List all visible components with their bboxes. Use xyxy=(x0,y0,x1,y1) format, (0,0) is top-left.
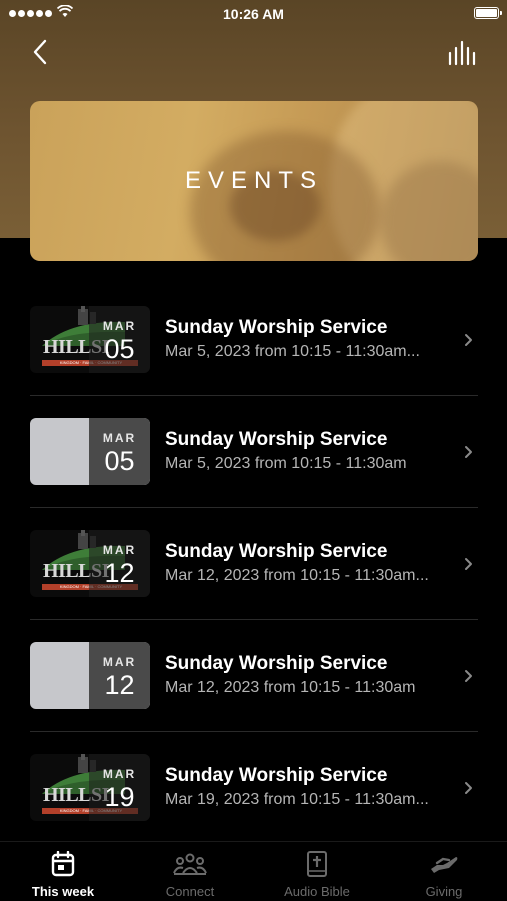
event-subtitle: Mar 5, 2023 from 10:15 - 11:30am... xyxy=(165,343,420,360)
date-badge: MAR 19 xyxy=(89,754,150,821)
tab-label: Giving xyxy=(425,884,463,899)
tab-label: Audio Bible xyxy=(284,884,350,899)
hero-title: EVENTS xyxy=(184,167,324,194)
battery-icon xyxy=(474,7,502,19)
event-month: MAR xyxy=(102,319,137,333)
event-title: Sunday Worship Service xyxy=(165,429,388,450)
event-row[interactable]: HILLSIKINGDOM · FAMIL · COMMUNITYMAR12 Su… xyxy=(30,508,478,620)
event-day: 12 xyxy=(104,558,135,588)
giving-hand-icon xyxy=(431,857,458,873)
group-icon xyxy=(173,853,207,875)
tab-bar: This week Connect Audio Bible Giving xyxy=(0,841,507,901)
date-badge: MAR 12 xyxy=(89,642,150,709)
event-thumbnail: MAR 12 xyxy=(30,642,150,709)
event-day: 19 xyxy=(104,782,135,812)
date-badge: MAR 05 xyxy=(89,418,150,485)
event-row[interactable]: MAR 05 Sunday Worship Service Mar 5, 2023 f… xyxy=(30,396,478,508)
event-subtitle: Mar 5, 2023 from 10:15 - 11:30am xyxy=(165,455,407,472)
event-title: Sunday Worship Service xyxy=(165,765,388,786)
tab-giving[interactable]: Giving xyxy=(381,842,507,901)
chevron-right-icon xyxy=(465,446,472,458)
audio-levels-button[interactable] xyxy=(447,40,477,66)
status-time: 10:26 AM xyxy=(223,6,284,22)
event-row[interactable]: HILLSIKINGDOM · FAMIL · COMMUNITYMAR19 Su… xyxy=(30,732,478,843)
events-hero-banner: EVENTS xyxy=(30,101,478,261)
event-thumbnail: HILLSIKINGDOM · FAMIL · COMMUNITYMAR12 xyxy=(30,530,150,597)
event-month: MAR xyxy=(102,655,137,669)
tab-label: Connect xyxy=(165,884,215,899)
event-row[interactable]: HILLSIKINGDOM · FAMIL · COMMUNITYMAR05 Su… xyxy=(30,284,478,396)
tab-connect[interactable]: Connect xyxy=(127,842,253,901)
event-day: 05 xyxy=(104,334,135,364)
event-row[interactable]: MAR 12 Sunday Worship Service Mar 12, 2023 … xyxy=(30,620,478,732)
event-subtitle: Mar 12, 2023 from 10:15 - 11:30am... xyxy=(165,567,429,584)
event-title: Sunday Worship Service xyxy=(165,541,388,562)
tab-this-week[interactable]: This week xyxy=(0,842,126,901)
event-title: Sunday Worship Service xyxy=(165,317,388,338)
events-list: HILLSIKINGDOM · FAMIL · COMMUNITYMAR05 Su… xyxy=(30,284,478,843)
chevron-right-icon xyxy=(465,558,472,570)
event-thumbnail: HILLSIKINGDOM · FAMIL · COMMUNITYMAR05 xyxy=(30,306,150,373)
chevron-right-icon xyxy=(465,670,472,682)
event-month: MAR xyxy=(102,767,137,781)
date-badge: MAR 12 xyxy=(89,530,150,597)
bible-icon xyxy=(307,851,327,877)
event-thumbnail: HILLSIKINGDOM · FAMIL · COMMUNITYMAR19 xyxy=(30,754,150,821)
event-thumbnail: MAR 05 xyxy=(30,418,150,485)
event-day: 05 xyxy=(104,446,135,476)
event-day: 12 xyxy=(104,670,135,700)
date-badge: MAR 05 xyxy=(89,306,150,373)
tab-label: This week xyxy=(31,884,95,899)
tab-audio-bible[interactable]: Audio Bible xyxy=(254,842,380,901)
event-month: MAR xyxy=(102,431,137,445)
calendar-icon xyxy=(51,851,75,877)
event-subtitle: Mar 19, 2023 from 10:15 - 11:30am... xyxy=(165,791,429,808)
event-subtitle: Mar 12, 2023 from 10:15 - 11:30am xyxy=(165,679,416,696)
status-bar: 10:26 AM xyxy=(0,0,507,28)
event-month: MAR xyxy=(102,543,137,557)
back-button[interactable] xyxy=(28,38,54,66)
chevron-right-icon xyxy=(465,334,472,346)
event-title: Sunday Worship Service xyxy=(165,653,388,674)
chevron-right-icon xyxy=(465,782,472,794)
